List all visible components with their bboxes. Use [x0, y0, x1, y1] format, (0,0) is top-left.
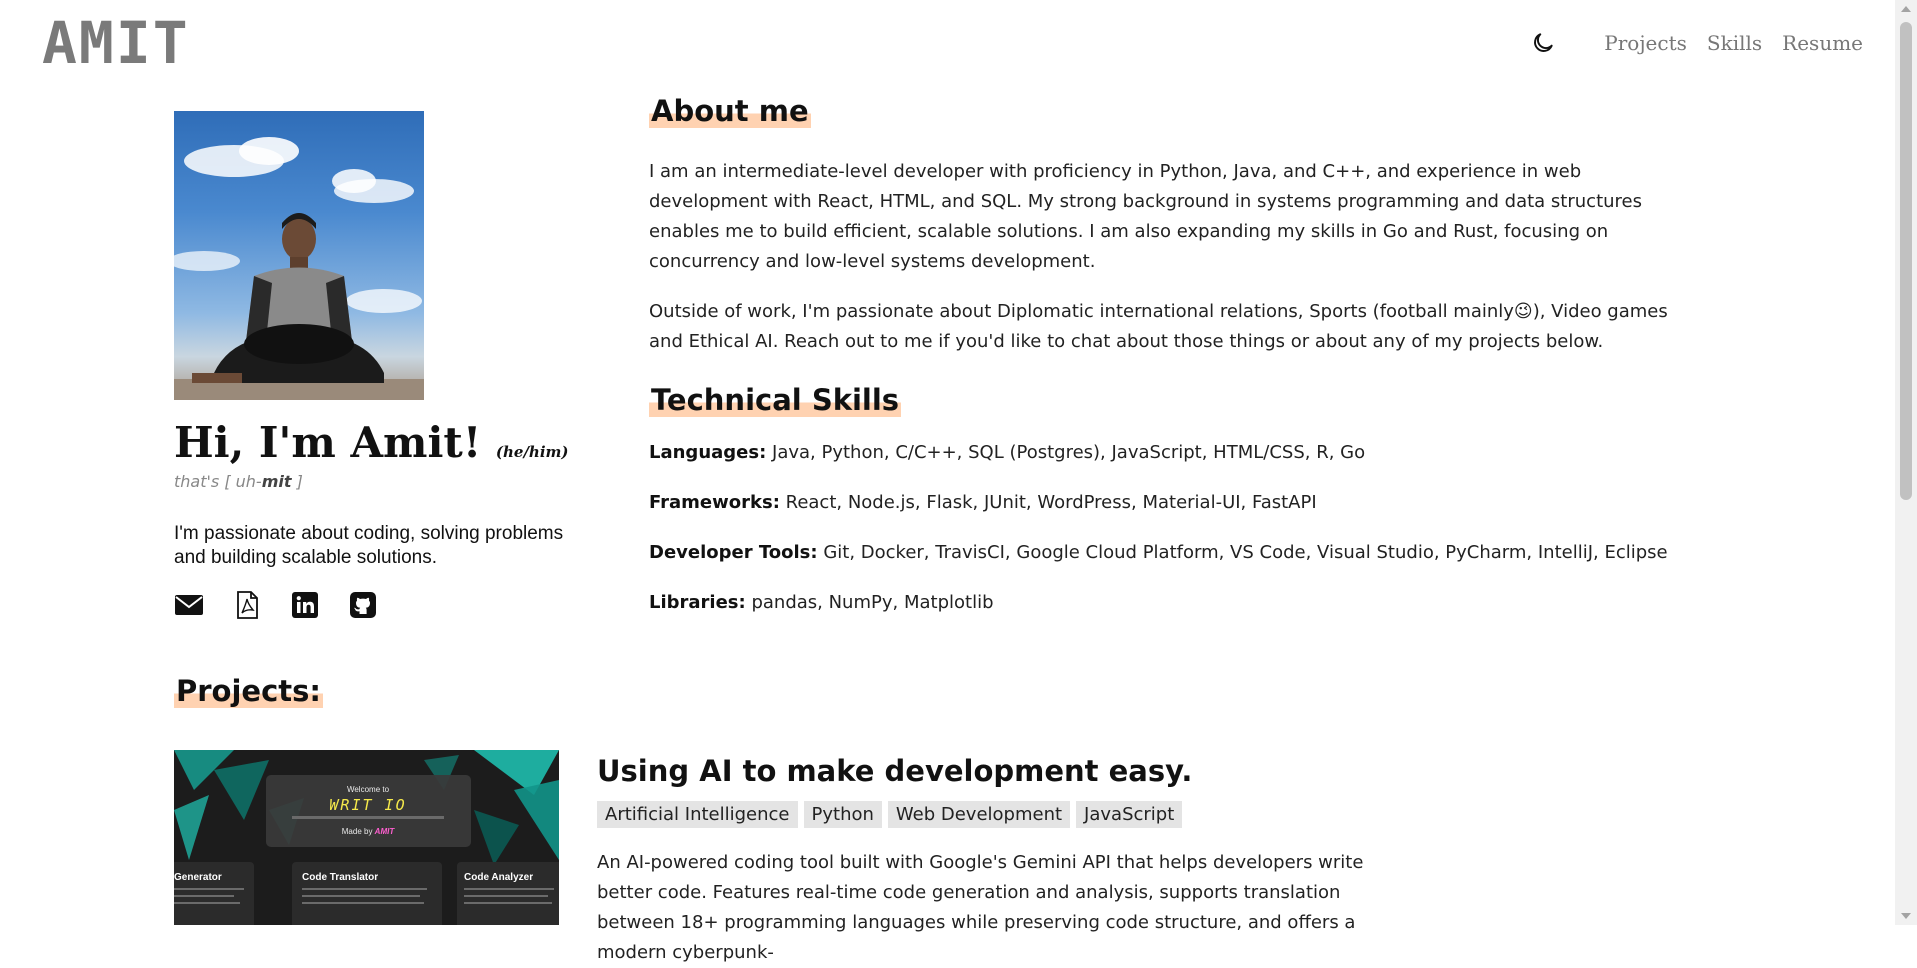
name-pronunciation: that's [ uh-mit ]: [174, 472, 303, 491]
about-paragraph-1: I am an intermediate-level developer wit…: [649, 161, 1642, 272]
project-preview-image[interactable]: Welcome to WRIT IO Made by AMIT Generato…: [174, 750, 559, 925]
top-bar: AMIT Projects Skills Resume: [0, 0, 1895, 92]
skill-label: Libraries:: [649, 592, 746, 613]
nav-projects-link[interactable]: Projects: [1604, 31, 1687, 55]
scrollbar-thumb[interactable]: [1900, 22, 1912, 500]
preview-brand: WRIT IO: [329, 796, 406, 814]
project-description: An AI-powered coding tool built with Goo…: [597, 852, 1364, 963]
skill-row-languages: Languages: Java, Python, C/C++, SQL (Pos…: [649, 438, 1684, 468]
skill-row-developer-tools: Developer Tools: Git, Docker, TravisCI, …: [649, 538, 1684, 568]
dark-mode-toggle-icon[interactable]: [1530, 30, 1556, 56]
email-icon[interactable]: [174, 590, 204, 620]
scroll-down-arrow-icon[interactable]: [1901, 913, 1911, 919]
about-body: I am an intermediate-level developer wit…: [649, 157, 1684, 377]
greeting-text: Hi, I'm Amit!: [174, 418, 482, 467]
social-links: [174, 590, 378, 620]
linkedin-icon[interactable]: [290, 590, 320, 620]
skill-label: Developer Tools:: [649, 542, 818, 563]
project-tags: Artificial Intelligence Python Web Devel…: [597, 801, 1183, 828]
about-paragraph-2-start: Outside of work, I'm passionate about Di…: [649, 301, 1514, 322]
skill-label: Languages:: [649, 442, 767, 463]
skill-row-frameworks: Frameworks: React, Node.js, Flask, JUnit…: [649, 488, 1684, 518]
github-icon[interactable]: [348, 590, 378, 620]
project-title[interactable]: Using AI to make development easy.: [597, 754, 1192, 788]
about-paragraph-2: Outside of work, I'm passionate about Di…: [649, 297, 1684, 357]
nav-resume-link[interactable]: Resume: [1782, 31, 1863, 55]
resume-pdf-icon[interactable]: [232, 590, 262, 620]
pronounce-prefix: that's [ uh-: [174, 472, 262, 491]
skills-heading: Technical Skills: [649, 383, 902, 417]
pronouns: (he/him): [495, 443, 569, 461]
projects-heading: Projects:: [174, 674, 323, 708]
scroll-up-arrow-icon[interactable]: [1901, 6, 1911, 12]
page-scrollbar[interactable]: [1895, 0, 1917, 925]
skill-value: Java, Python, C/C++, SQL (Postgres), Jav…: [772, 442, 1366, 463]
skill-value: pandas, NumPy, Matplotlib: [751, 592, 994, 613]
skill-label: Frameworks:: [649, 492, 780, 513]
main-nav: Projects Skills Resume: [1530, 30, 1863, 56]
preview-card-analyzer: Code Analyzer: [464, 872, 533, 883]
greeting-heading: Hi, I'm Amit! (he/him): [174, 418, 569, 467]
preview-card-generator: Generator: [174, 872, 222, 883]
wink-emoji-icon: 😉: [1513, 301, 1533, 322]
profile-tagline: I'm passionate about coding, solving pro…: [174, 523, 564, 568]
skills-list: Languages: Java, Python, C/C++, SQL (Pos…: [649, 438, 1684, 638]
skill-row-libraries: Libraries: pandas, NumPy, Matplotlib: [649, 588, 1684, 618]
preview-card-translator: Code Translator: [302, 872, 378, 883]
site-logo[interactable]: AMIT: [42, 14, 190, 72]
project-tag: JavaScript: [1076, 801, 1183, 828]
profile-photo: [174, 111, 424, 400]
pronounce-bold: mit: [261, 472, 292, 491]
project-tag: Python: [803, 801, 882, 828]
preview-welcome: Welcome to: [347, 785, 390, 794]
project-tag: Web Development: [887, 801, 1071, 828]
project-tag: Artificial Intelligence: [597, 801, 798, 828]
skill-value: Git, Docker, TravisCI, Google Cloud Plat…: [823, 542, 1668, 563]
pronounce-suffix: ]: [291, 472, 303, 491]
preview-made-by: Made by AMIT: [342, 827, 396, 836]
skill-value: React, Node.js, Flask, JUnit, WordPress,…: [785, 492, 1317, 513]
about-heading: About me: [649, 94, 811, 128]
nav-skills-link[interactable]: Skills: [1707, 31, 1762, 55]
